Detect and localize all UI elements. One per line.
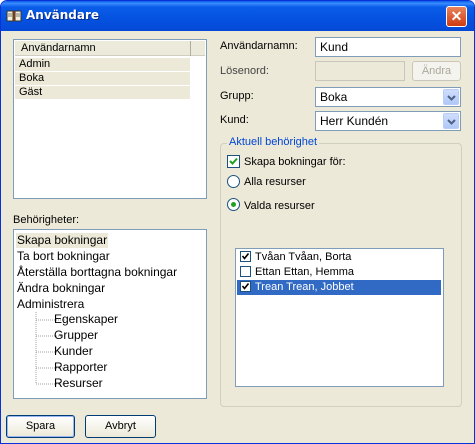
resource-list[interactable]: Tvåan Tvåan, Borta Ettan Ettan, Hemma Tr… [235,248,444,387]
create-bookings-checkbox[interactable] [227,155,240,168]
change-button-label: Ändra [421,65,452,77]
checkmark-icon [241,253,250,260]
resource-item[interactable]: Tvåan Tvåan, Borta [237,250,441,265]
customer-label: Kund: [220,114,249,126]
radio-dot [231,202,236,207]
checkmark-icon [241,283,250,290]
resource-checkbox[interactable] [240,266,251,277]
tree-item[interactable]: Kunder [53,344,94,359]
cancel-button[interactable]: Avbryt [85,415,156,438]
chevron-down-icon [447,95,456,101]
tree-item[interactable]: Återställa borttagna bokningar [16,265,178,280]
tree-item[interactable]: Egenskaper [53,312,119,327]
save-button[interactable]: Spara [6,415,75,438]
list-item[interactable]: Boka [15,72,190,85]
user-list-header[interactable]: Användarnamn [15,41,190,56]
customer-select[interactable]: Herr Kundén [315,111,461,131]
username-label: Användarnamn: [220,40,298,52]
tree-item[interactable]: Administrera [16,297,85,312]
tree-item[interactable]: Skapa bokningar [16,233,109,248]
column-header-username: Användarnamn [21,42,96,54]
resource-item[interactable]: Trean Trean, Jobbet [237,280,441,295]
all-resources-label: Alla resurser [244,176,306,188]
current-permission-title: Aktuell behörighet [227,136,320,148]
list-item[interactable]: Gäst [15,86,190,99]
selected-resources-radio[interactable] [227,198,240,211]
cancel-button-label: Avbryt [105,420,136,432]
group-select[interactable]: Boka [315,87,461,107]
group-select-value: Boka [320,90,348,104]
group-label: Grupp: [220,90,254,102]
header-filler [191,41,205,56]
create-bookings-label: Skapa bokningar för: [244,156,346,168]
window-title: Användare [26,8,100,22]
all-resources-radio[interactable] [227,175,240,188]
customer-dropdown-button[interactable] [443,113,459,129]
username-field[interactable]: Kund [315,37,461,57]
password-label: Lösenord: [220,65,269,77]
list-item[interactable]: Admin [15,58,190,71]
change-password-button[interactable]: Ändra [412,61,461,81]
tree-item[interactable]: Grupper [53,328,99,343]
title-bar[interactable]: Användare ✕ [1,1,474,31]
resource-label: Ettan Ettan, Hemma [255,266,355,278]
customer-select-value: Herr Kundén [320,114,389,128]
save-button-label: Spara [25,420,56,432]
book-icon [6,10,22,22]
tree-item[interactable]: Ta bort bokningar [16,249,111,264]
permissions-tree[interactable]: Skapa bokningar Ta bort bokningar Återst… [13,229,207,399]
tree-item[interactable]: Ändra bokningar [16,281,106,296]
resource-label: Trean Trean, Jobbet [255,281,354,293]
permissions-label: Behörigheter: [13,214,80,226]
chevron-down-icon [447,119,456,125]
password-field[interactable] [315,61,405,81]
resource-checkbox[interactable] [240,251,251,262]
close-icon: ✕ [450,8,463,24]
user-list[interactable]: Användarnamn Admin Boka Gäst [13,39,207,199]
tree-item[interactable]: Rapporter [53,360,108,375]
user-dialog: Användare ✕ Användarnamn Admin Boka Gäst… [0,0,475,444]
resource-label: Tvåan Tvåan, Borta [255,251,352,263]
tree-item[interactable]: Resurser [53,376,104,391]
checkmark-icon [229,157,238,165]
resource-item[interactable]: Ettan Ettan, Hemma [237,265,441,280]
group-dropdown-button[interactable] [443,89,459,105]
close-button[interactable]: ✕ [446,6,467,27]
resource-checkbox[interactable] [240,281,251,292]
selected-resources-label: Valda resurser [244,200,315,212]
